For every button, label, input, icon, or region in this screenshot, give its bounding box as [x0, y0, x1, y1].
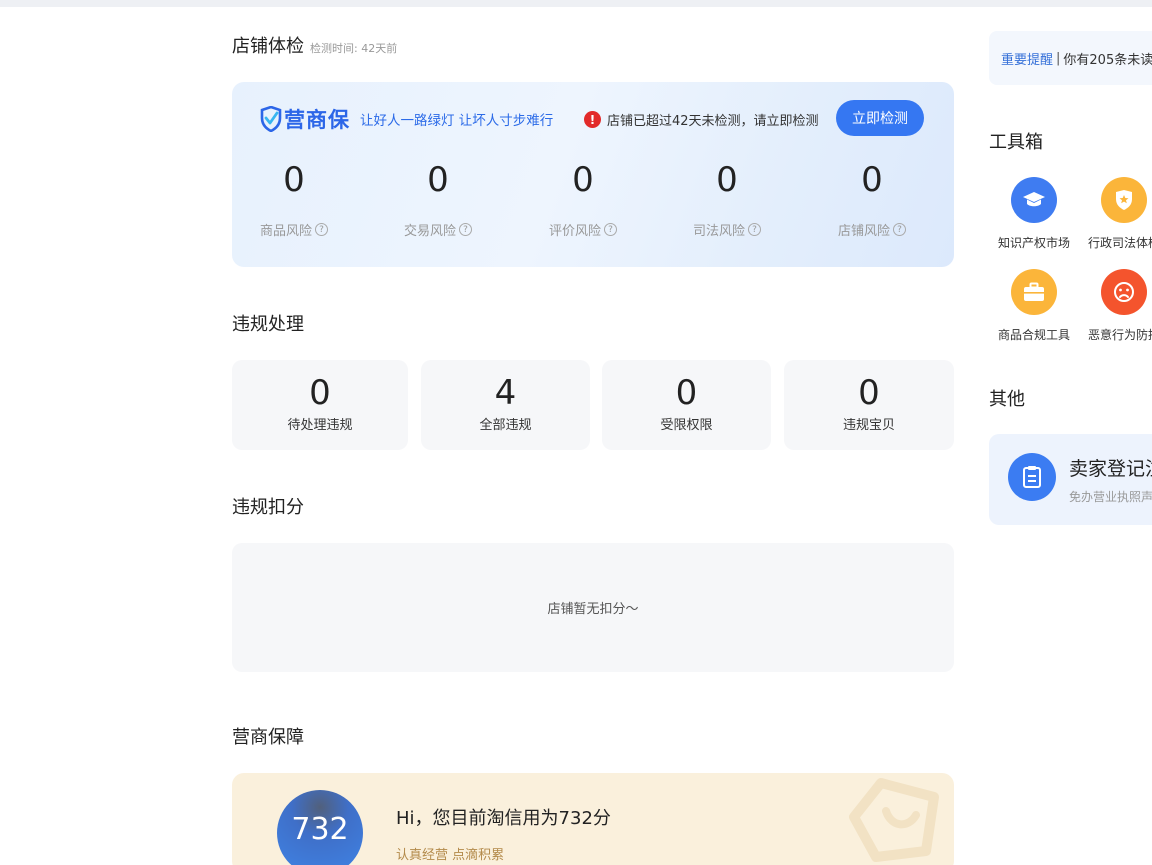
- credit-headline: Hi，您目前淘信用为732分: [396, 808, 611, 829]
- tool-ip-market[interactable]: 知识产权市场: [989, 177, 1079, 251]
- seller-registration-card[interactable]: 卖家登记注册 免办营业执照声明: [989, 434, 1152, 525]
- toolbox-title: 工具箱: [989, 132, 1043, 153]
- tool-label: 恶意行为防控: [1087, 328, 1152, 342]
- tool-compliance[interactable]: 商品合规工具: [989, 269, 1079, 343]
- sad-face-icon: [1101, 269, 1147, 315]
- risk-value: 0: [716, 160, 738, 200]
- tool-label: 商品合规工具: [997, 328, 1070, 342]
- tool-judicial-check[interactable]: 行政司法体检: [1079, 177, 1152, 251]
- stat-pending-violations[interactable]: 0 待处理违规: [232, 360, 408, 450]
- stat-value: 0: [858, 373, 880, 413]
- guarantee-title: 营商保障: [232, 727, 304, 748]
- risk-label: 店铺风险: [837, 224, 890, 239]
- shop-check-title: 店铺体检: [232, 36, 304, 57]
- stat-restricted-permissions[interactable]: 0 受限权限: [602, 360, 771, 450]
- right-sidebar: 重要提醒 | 你有205条未读 工具箱 知识产权市场 行政司法体检 商品合规工具…: [989, 0, 1152, 865]
- decor-shield-icon: [849, 778, 939, 862]
- other-card-subtitle: 免办营业执照声明: [1069, 490, 1152, 504]
- risk-value: 0: [861, 160, 883, 200]
- help-icon[interactable]: ?: [604, 223, 617, 236]
- other-card-title: 卖家登记注册: [1069, 458, 1152, 480]
- notice-text: 你有205条未读: [1063, 52, 1152, 68]
- deduction-empty-card: 店铺暂无扣分～: [232, 543, 954, 672]
- risk-value: 0: [572, 160, 594, 200]
- warning-text: 店铺已超过42天未检测，请立即检测: [607, 114, 819, 129]
- stat-violating-items[interactable]: 0 违规宝贝: [784, 360, 954, 450]
- credit-score-badge: 732: [277, 790, 363, 865]
- stat-value: 0: [309, 373, 331, 413]
- brand-shield-icon: [260, 106, 282, 132]
- stat-value: 0: [675, 373, 698, 413]
- risk-review[interactable]: 0 评价风险?: [521, 160, 645, 239]
- empty-text: 店铺暂无扣分～: [547, 602, 639, 617]
- stat-label: 违规宝贝: [842, 418, 895, 433]
- help-icon[interactable]: ?: [893, 223, 906, 236]
- stat-all-violations[interactable]: 4 全部违规: [421, 360, 590, 450]
- notice-tag[interactable]: 重要提醒: [1001, 49, 1053, 68]
- risk-judicial[interactable]: 0 司法风险?: [665, 160, 789, 239]
- shop-check-header: 店铺体检 检测时间: 42天前: [232, 32, 397, 58]
- notice-separator: |: [1056, 50, 1061, 66]
- brand-name: 营商保: [284, 108, 350, 132]
- help-icon[interactable]: ?: [315, 223, 328, 236]
- risk-label: 交易风险: [403, 224, 456, 239]
- tool-label: 行政司法体检: [1087, 236, 1152, 250]
- help-icon[interactable]: ?: [748, 223, 761, 236]
- help-icon[interactable]: ?: [459, 223, 472, 236]
- tool-label: 知识产权市场: [997, 236, 1070, 250]
- stat-label: 受限权限: [660, 418, 713, 433]
- risk-value: 0: [427, 160, 449, 200]
- violations-title: 违规处理: [232, 314, 304, 335]
- check-now-button[interactable]: 立即检测: [836, 100, 924, 136]
- stat-label: 全部违规: [479, 418, 532, 433]
- risk-trade[interactable]: 0 交易风险?: [376, 160, 500, 239]
- brand: 营商保 让好人一路绿灯 让坏人寸步难行: [260, 104, 553, 134]
- important-notice[interactable]: 重要提醒 | 你有205条未读: [989, 31, 1152, 85]
- risk-label: 评价风险: [548, 224, 601, 239]
- check-warning: ! 店铺已超过42天未检测，请立即检测: [584, 110, 819, 129]
- stat-label: 待处理违规: [287, 418, 353, 433]
- graduation-cap-icon: [1011, 177, 1057, 223]
- tool-malicious-prevention[interactable]: 恶意行为防控: [1079, 269, 1152, 343]
- briefcase-icon: [1011, 269, 1057, 315]
- credit-tagline: 认真经营 点滴积累: [396, 848, 505, 863]
- risk-label: 商品风险: [259, 224, 312, 239]
- alert-icon: !: [584, 111, 601, 128]
- risk-label: 司法风险: [692, 224, 745, 239]
- credit-card[interactable]: 732 Hi，您目前淘信用为732分 认真经营 点滴积累: [232, 773, 954, 865]
- main-column: 店铺体检 检测时间: 42天前 营商保 让好人一路绿灯 让坏人寸步难行 ! 店铺已…: [232, 0, 954, 865]
- brand-slogan: 让好人一路绿灯 让坏人寸步难行: [360, 113, 554, 129]
- risk-product[interactable]: 0 商品风险?: [232, 160, 356, 239]
- stat-value: 4: [494, 373, 517, 413]
- clipboard-icon: [1008, 453, 1056, 501]
- risk-value: 0: [283, 160, 305, 200]
- other-title: 其他: [989, 389, 1025, 410]
- risk-store[interactable]: 0 店铺风险?: [810, 160, 934, 239]
- shop-health-card: 营商保 让好人一路绿灯 让坏人寸步难行 ! 店铺已超过42天未检测，请立即检测 …: [232, 82, 954, 267]
- shield-star-icon: [1101, 177, 1147, 223]
- check-time: 检测时间: 42天前: [310, 42, 398, 55]
- deduction-title: 违规扣分: [232, 497, 304, 518]
